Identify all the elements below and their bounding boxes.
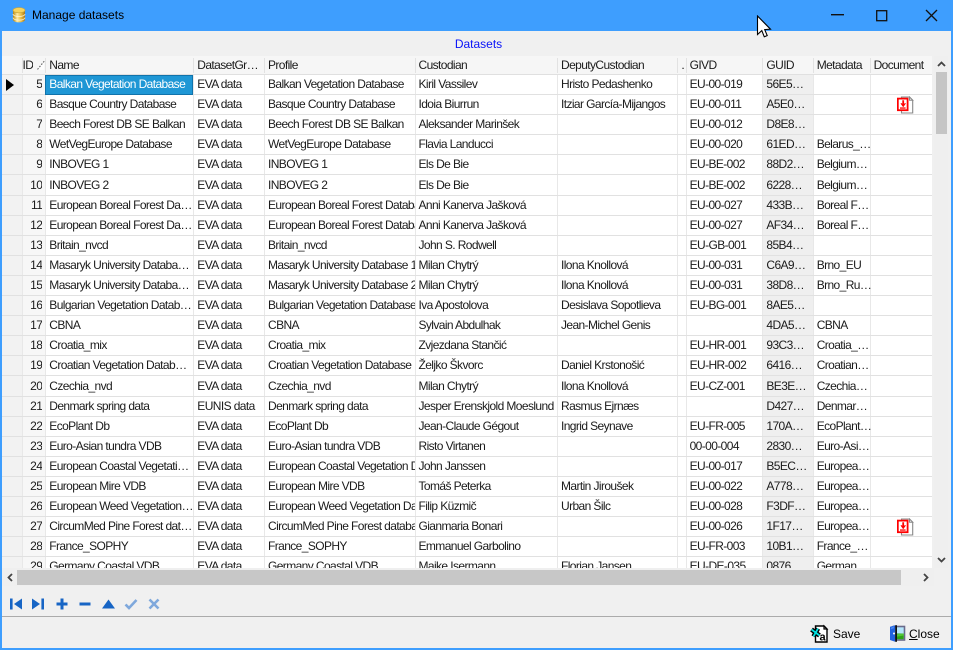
svg-text:a: a [820, 632, 827, 644]
